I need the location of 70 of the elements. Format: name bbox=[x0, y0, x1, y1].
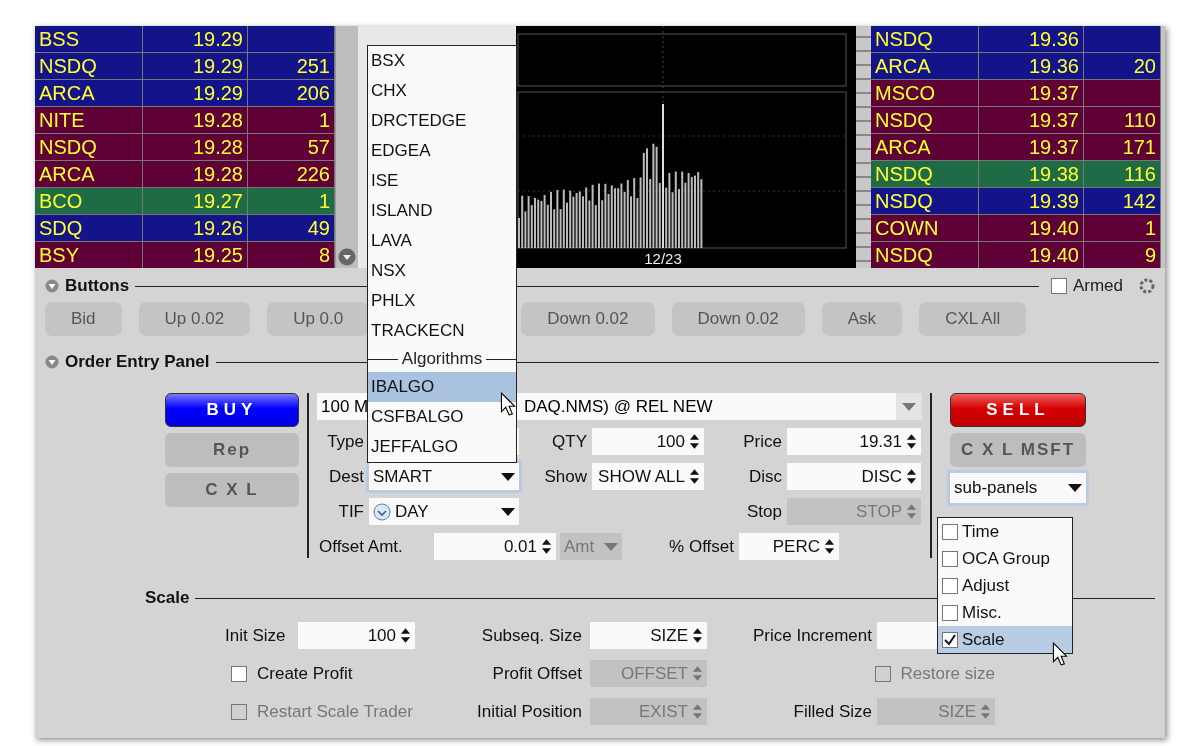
price-cell: 19.29 bbox=[143, 53, 248, 79]
field-label: Stop bbox=[746, 501, 783, 522]
price-cell: 19.29 bbox=[143, 80, 248, 106]
exchange-cell: SDQ bbox=[35, 215, 143, 241]
size-cell: 9 bbox=[1084, 242, 1161, 268]
field-label: Disc bbox=[747, 466, 783, 487]
exchange-cell: NSDQ bbox=[871, 188, 979, 214]
price-cell: 19.37 bbox=[979, 80, 1084, 106]
date-label: 12/23 bbox=[644, 250, 682, 267]
price-cell: 19.28 bbox=[143, 134, 248, 160]
field-label: Offset Amt. bbox=[318, 536, 404, 557]
exchange-cell: NITE bbox=[35, 107, 143, 133]
checkbox-label: Create Profit bbox=[257, 663, 353, 684]
field-label: Filled Size bbox=[793, 701, 873, 722]
price-cell: 19.25 bbox=[143, 242, 248, 268]
size-cell: 171 bbox=[1084, 134, 1161, 160]
exchange-cell: BSY bbox=[35, 242, 143, 268]
price-cell: 19.37 bbox=[979, 134, 1084, 160]
exchange-cell: NSDQ bbox=[871, 242, 979, 268]
size-cell: 1 bbox=[1084, 215, 1161, 241]
size-cell: 20 bbox=[1084, 53, 1161, 79]
armed-label: Armed bbox=[1072, 276, 1123, 296]
order-text: 100 M bbox=[320, 396, 369, 417]
field-label: Type bbox=[326, 431, 365, 452]
exchange-cell: BCO bbox=[35, 188, 143, 214]
price-cell: 19.26 bbox=[143, 215, 248, 241]
size-cell: 116 bbox=[1084, 161, 1161, 187]
exchange-cell: ARCA bbox=[35, 80, 143, 106]
price-cell: 19.40 bbox=[979, 215, 1084, 241]
order-text: DAQ.NMS) @ REL NEW bbox=[524, 396, 713, 417]
price-cell: 19.36 bbox=[979, 53, 1084, 79]
field-label: Dest bbox=[328, 466, 365, 487]
exchange-cell: NSDQ bbox=[871, 161, 979, 187]
exchange-cell: NSDQ bbox=[871, 107, 979, 133]
checkbox-label: Restart Scale Trader bbox=[257, 701, 413, 722]
exchange-cell: ARCA bbox=[871, 53, 979, 79]
exchange-cell: NSDQ bbox=[35, 134, 143, 160]
field-label: Subseq. Size bbox=[481, 625, 583, 646]
exchange-cell: NSDQ bbox=[871, 26, 979, 52]
size-cell: 142 bbox=[1084, 188, 1161, 214]
exchange-cell: ARCA bbox=[35, 161, 143, 187]
exchange-cell: NSDQ bbox=[35, 53, 143, 79]
field-label: QTY bbox=[551, 431, 588, 452]
exchange-cell: ARCA bbox=[871, 134, 979, 160]
section-title: Order Entry Panel bbox=[65, 352, 210, 372]
checkbox-label: Restore size bbox=[900, 663, 995, 684]
price-cell: 19.29 bbox=[143, 26, 248, 52]
size-cell: 110 bbox=[1084, 107, 1161, 133]
section-title: Scale bbox=[145, 588, 190, 608]
price-cell: 19.40 bbox=[979, 242, 1084, 268]
price-cell: 19.27 bbox=[143, 188, 248, 214]
exchange-cell: BSS bbox=[35, 26, 143, 52]
field-label: Init Size bbox=[225, 625, 287, 646]
exchange-cell: MSCO bbox=[871, 80, 979, 106]
price-cell: 19.28 bbox=[143, 161, 248, 187]
price-cell: 19.39 bbox=[979, 188, 1084, 214]
section-title: Buttons bbox=[65, 276, 130, 296]
price-cell: 19.38 bbox=[979, 161, 1084, 187]
price-cell: 19.36 bbox=[979, 26, 1084, 52]
field-label: Initial Position bbox=[477, 701, 583, 722]
field-label: Show bbox=[543, 466, 588, 487]
price-cell: 19.28 bbox=[143, 107, 248, 133]
field-label: Profit Offset bbox=[492, 663, 583, 684]
field-label: Price bbox=[742, 431, 783, 452]
field-label: Price Increment bbox=[752, 625, 873, 646]
price-cell: 19.37 bbox=[979, 107, 1084, 133]
menu-group-header: Algorithms bbox=[401, 349, 483, 369]
field-label: % Offset bbox=[668, 536, 735, 557]
field-label: TIF bbox=[337, 501, 365, 522]
exchange-cell: COWN bbox=[871, 215, 979, 241]
